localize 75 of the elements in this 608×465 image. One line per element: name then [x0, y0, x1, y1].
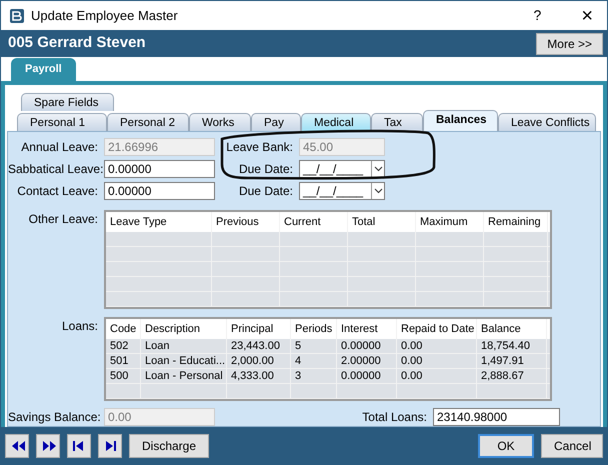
help-button[interactable]: ?	[528, 4, 548, 27]
field-label: Loans:	[60, 318, 99, 334]
app-icon	[9, 8, 25, 24]
tab[interactable]: Tax	[371, 113, 423, 131]
column-header[interactable]: Repaid to Date	[397, 319, 477, 339]
column-header[interactable]: Leave Type	[106, 212, 212, 232]
column-header[interactable]: Periods	[291, 319, 337, 339]
field-label: Total Loans:	[361, 410, 428, 424]
field-label: Savings Balance:	[8, 410, 102, 424]
field-label: Due Date:	[238, 184, 294, 198]
window-title: Update Employee Master	[31, 6, 178, 25]
field-label: Sabbatical Leave:	[8, 162, 104, 176]
field-label: Annual Leave:	[20, 140, 99, 154]
next-button[interactable]	[36, 434, 60, 458]
cancel-button[interactable]: Cancel	[541, 434, 603, 458]
column-header[interactable]: Current	[280, 212, 348, 232]
field-label: Contact Leave:	[16, 184, 99, 198]
table-cell: 2.00000	[337, 354, 397, 368]
table-cell: Loan	[141, 339, 227, 353]
previous-button[interactable]	[5, 434, 29, 458]
dropdown-icon	[371, 161, 384, 177]
table-cell: 18,754.40	[477, 339, 547, 353]
field-label: Other Leave:	[28, 211, 99, 226]
employee-name: 005 Gerrard Steven	[8, 33, 146, 54]
date-field[interactable]: __/__/____	[299, 182, 385, 200]
table-cell: 501	[106, 354, 141, 368]
table-cell: 0.00000	[337, 339, 397, 353]
table-cell: Loan - Personal	[141, 369, 227, 383]
tab[interactable]: Personal 2	[107, 113, 189, 131]
table-cell: 3	[291, 369, 337, 383]
tab[interactable]: Balances	[423, 110, 498, 131]
table-cell: Loan - Educati...	[141, 354, 227, 368]
input-field[interactable]: 23140.98000	[433, 408, 560, 426]
field-label: Leave Bank:	[225, 140, 294, 154]
table-cell: 0.00000	[337, 369, 397, 383]
table-cell: 0.00	[397, 339, 477, 353]
tab[interactable]: Works	[189, 113, 251, 131]
column-header[interactable]: Interest	[337, 319, 397, 339]
table-cell: 4	[291, 354, 337, 368]
column-header[interactable]: Total	[348, 212, 416, 232]
discharge-button[interactable]: Discharge	[129, 434, 210, 458]
table-cell: 0.00	[397, 369, 477, 383]
table-cell: 4,333.00	[227, 369, 291, 383]
table-cell: 2,888.67	[477, 369, 547, 383]
next-icon	[40, 440, 56, 452]
input-field[interactable]: 0.00000	[104, 160, 215, 178]
field-label: Due Date:	[238, 162, 294, 176]
tab[interactable]: Spare Fields	[21, 93, 114, 111]
column-header[interactable]: Maximum	[416, 212, 484, 232]
ok-button[interactable]: OK	[478, 434, 534, 458]
tab[interactable]: Personal 1	[17, 113, 107, 131]
tab[interactable]: Payroll	[11, 58, 76, 81]
tab[interactable]: Pay	[251, 113, 301, 131]
table-cell: 5	[291, 339, 337, 353]
column-header[interactable]: Description	[141, 319, 227, 339]
column-header[interactable]: Balance	[477, 319, 547, 339]
more-button[interactable]: More >>	[536, 32, 603, 54]
first-button[interactable]	[67, 434, 91, 458]
table-cell: 2,000.00	[227, 354, 291, 368]
column-header[interactable]: Code	[106, 319, 141, 339]
table-cell: 0.00	[397, 354, 477, 368]
table-cell: 23,443.00	[227, 339, 291, 353]
last-button[interactable]	[98, 434, 122, 458]
tab[interactable]: Leave Conflicts	[498, 113, 596, 131]
tab[interactable]: Medical	[301, 113, 371, 131]
table-cell: 1,497.91	[477, 354, 547, 368]
date-field[interactable]: __/__/____	[299, 160, 385, 178]
table-cell: 502	[106, 339, 141, 353]
table-cell: 500	[106, 369, 141, 383]
dropdown-icon	[371, 183, 384, 199]
column-header[interactable]: Principal	[227, 319, 291, 339]
close-button[interactable]: ×	[575, 4, 599, 26]
column-header[interactable]: Previous	[212, 212, 280, 232]
column-header[interactable]: Remaining	[484, 212, 548, 232]
input-field[interactable]: 0.00000	[104, 182, 215, 200]
